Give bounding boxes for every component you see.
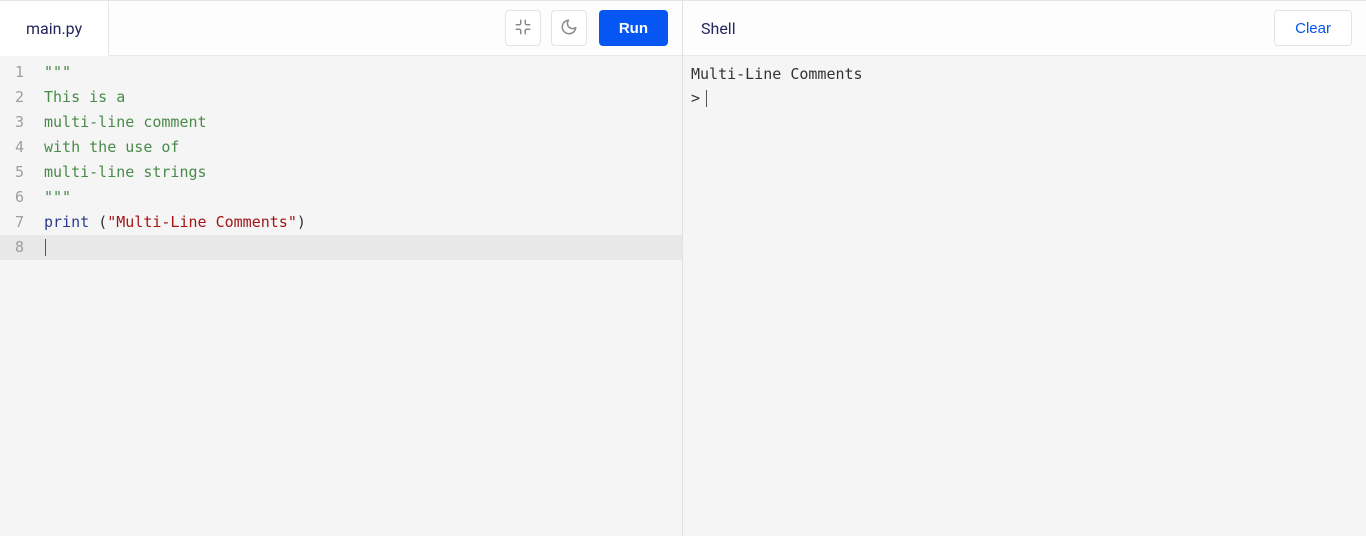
moon-icon [560,18,578,39]
shell-output[interactable]: Multi-Line Comments> [683,56,1366,536]
code-line: 4 with the use of [0,135,682,160]
code-content[interactable]: multi-line strings [38,160,682,185]
run-button-label: Run [619,20,648,37]
line-number: 1 [0,60,38,85]
cursor-icon [45,239,46,256]
shell-output-line: Multi-Line Comments [691,62,1358,86]
code-line: 5 multi-line strings [0,160,682,185]
editor-tab-label: main.py [26,19,82,38]
code-content[interactable]: with the use of [38,135,682,160]
code-token: This is a [44,88,125,106]
code-token: ) [297,213,306,231]
code-content[interactable]: """ [38,60,682,85]
code-token: multi-line comment [44,113,207,131]
code-token: "Multi-Line Comments" [107,213,297,231]
editor-tab[interactable]: main.py [0,1,109,56]
shell-prompt-symbol: > [691,86,700,110]
code-editor[interactable]: 1 """ 2 This is a 3 multi-line comment 4 with t… [0,56,682,536]
shell-prompt[interactable]: > [691,86,1358,110]
code-content[interactable]: """ [38,185,682,210]
shell-pane: Shell Clear Multi-Line Comments> [683,1,1366,536]
code-token: multi-line strings [44,163,207,181]
code-token: """ [44,188,71,206]
code-content[interactable]: multi-line comment [38,110,682,135]
line-number: 5 [0,160,38,185]
line-number: 3 [0,110,38,135]
code-line: 7print ("Multi-Line Comments") [0,210,682,235]
code-token: ( [98,213,107,231]
code-line: 2 This is a [0,85,682,110]
code-token: with the use of [44,138,179,156]
code-line: 8 [0,235,682,260]
code-line: 6 """ [0,185,682,210]
collapse-icon [514,18,532,39]
code-token: print [44,213,89,231]
line-number: 8 [0,235,38,260]
editor-toolbar: main.py Run [0,1,682,56]
cursor-icon [706,90,707,107]
code-content[interactable]: This is a [38,85,682,110]
clear-button[interactable]: Clear [1274,10,1352,46]
line-number: 6 [0,185,38,210]
code-line: 3 multi-line comment [0,110,682,135]
code-token [89,213,98,231]
line-number: 7 [0,210,38,235]
collapse-button[interactable] [505,10,541,46]
code-line: 1 """ [0,60,682,85]
editor-pane: main.py Run [0,1,683,536]
code-content[interactable]: print ("Multi-Line Comments") [38,210,682,235]
line-number: 2 [0,85,38,110]
theme-button[interactable] [551,10,587,46]
shell-toolbar: Shell Clear [683,1,1366,56]
app-container: main.py Run [0,0,1366,536]
line-number: 4 [0,135,38,160]
run-button[interactable]: Run [599,10,668,46]
code-token: """ [44,63,71,81]
clear-button-label: Clear [1295,20,1331,37]
shell-title: Shell [683,19,736,38]
code-content[interactable] [38,235,682,260]
